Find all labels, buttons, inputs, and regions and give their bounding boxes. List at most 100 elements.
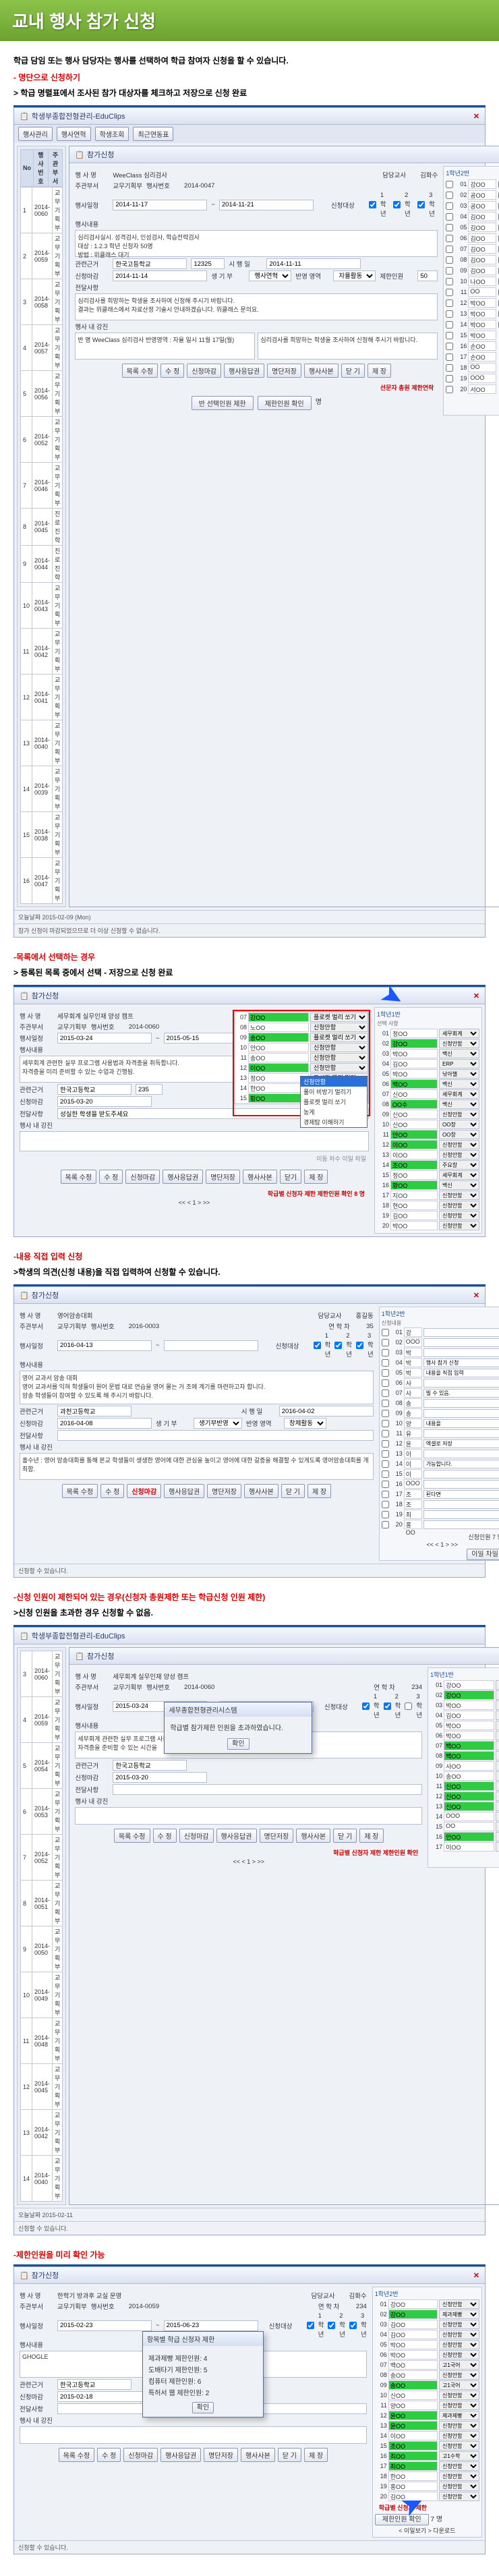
period-b[interactable] [164, 1340, 258, 1351]
student-status[interactable]: 세무회계 [496, 1741, 499, 1750]
top-tab-2[interactable]: 행사연혁 [57, 127, 91, 141]
aux-btn[interactable]: 이일 차일 [467, 1549, 499, 1560]
student-check[interactable] [446, 278, 453, 285]
table-cell[interactable]: 14 [21, 2156, 32, 2202]
table-cell[interactable]: 교무기획부 [53, 188, 63, 233]
table-cell[interactable]: 2014-0052 [32, 1835, 53, 1881]
table-cell[interactable]: 10 [21, 583, 32, 629]
student-status[interactable]: 백신 [439, 1180, 479, 1190]
table-cell[interactable]: 3 [21, 1651, 32, 1697]
student-text-input[interactable] [423, 1419, 499, 1428]
opt[interactable]: 플로켓 멀리 쏘기 [301, 1097, 367, 1107]
student-status[interactable]: 백신 [439, 1049, 479, 1058]
student-check[interactable] [446, 235, 453, 242]
table-cell[interactable]: 2014-0056 [32, 371, 53, 417]
table-cell[interactable]: 교무기획부 [53, 1926, 63, 1972]
student-status[interactable]: 신청안함 [496, 1761, 499, 1771]
top-tab-4[interactable]: 최근연동표 [133, 127, 173, 141]
table-cell[interactable]: 2014-0041 [32, 675, 53, 720]
chk-y3[interactable] [349, 2322, 357, 2329]
table-cell[interactable]: 5 [21, 371, 32, 417]
student-check[interactable] [382, 1339, 389, 1346]
chk-y1[interactable] [369, 201, 376, 208]
sel-option[interactable]: 신청안함 [310, 1023, 368, 1032]
action-button[interactable]: 행사사본 [244, 1484, 278, 1498]
table-cell[interactable]: 2014-0059 [32, 233, 53, 279]
due-input[interactable] [57, 1418, 152, 1429]
table-cell[interactable]: 2014-0042 [32, 629, 53, 675]
dialog-ok-button[interactable]: 확인 [192, 2402, 214, 2413]
action-button[interactable]: 명단저장 [207, 1484, 241, 1498]
student-status[interactable]: 신청안함 [439, 2431, 479, 2440]
table-cell[interactable]: 12 [21, 2064, 32, 2110]
dropdown-list[interactable]: 신청안함 풀이 비방기 멀리기 플로켓 멀리 쏘기 농게 경제탐 이해하기 [300, 1076, 368, 1128]
student-status[interactable]: 고1수학 [439, 2451, 479, 2461]
student-check[interactable] [446, 192, 453, 199]
table-cell[interactable]: 11 [21, 2018, 32, 2064]
action-button[interactable]: 닫 기 [278, 2448, 301, 2462]
action-button[interactable]: 명단저장 [206, 1170, 240, 1184]
chk-y3[interactable] [417, 201, 425, 208]
close-icon[interactable]: ✕ [473, 992, 479, 1000]
action-button[interactable]: 제 장 [359, 1829, 383, 1843]
chk-y1[interactable] [362, 1702, 370, 1710]
action-button[interactable]: 행사사본 [243, 1170, 277, 1184]
table-cell[interactable]: 6 [21, 417, 32, 463]
student-check[interactable] [382, 1470, 389, 1478]
student-check[interactable] [446, 181, 453, 188]
student-status[interactable]: 신청안함 [439, 2461, 479, 2471]
org-input[interactable] [57, 1406, 131, 1416]
top-tab-3[interactable]: 학생조회 [95, 127, 129, 141]
student-status[interactable]: 주요창 [439, 1160, 479, 1170]
sel-option[interactable]: 신청안함 [310, 1063, 368, 1072]
table-cell[interactable]: 교무기획부 [53, 675, 63, 720]
student-check[interactable] [382, 1430, 389, 1437]
action-button[interactable]: 수 정 [153, 1829, 177, 1843]
student-check[interactable] [382, 1511, 389, 1518]
student-status[interactable]: 신청안함 [439, 2401, 479, 2410]
action-button[interactable]: 행사응답권 [164, 1484, 204, 1498]
student-check[interactable] [382, 1501, 389, 1508]
pager[interactable]: < 이일보기 > 다운로드 [375, 2526, 479, 2535]
student-check[interactable] [446, 299, 453, 307]
action-button[interactable]: 행사응답권 [163, 1170, 203, 1184]
student-check[interactable] [382, 1450, 389, 1458]
action-button[interactable]: 명단저장 [260, 1829, 294, 1843]
student-status[interactable]: 백신 [439, 1079, 479, 1089]
table-cell[interactable]: 2014-0052 [32, 417, 53, 463]
table-cell[interactable]: 2014-0058 [32, 279, 53, 325]
table-cell[interactable]: 13 [21, 720, 32, 766]
student-status[interactable]: 신청안함 [496, 1832, 499, 1841]
student-status[interactable]: 신청안함 [439, 1201, 479, 1210]
table-cell[interactable]: 2014-0060 [32, 188, 53, 233]
student-text-input[interactable] [423, 1490, 499, 1499]
org-input[interactable] [57, 1084, 131, 1095]
opt[interactable]: 풀이 비방기 멀리기 [301, 1087, 367, 1097]
table-cell[interactable]: 7 [21, 1835, 32, 1881]
student-status[interactable]: 신청안함 [439, 1191, 479, 1200]
student-text-input[interactable] [423, 1439, 499, 1448]
table-cell[interactable]: 2014-0050 [32, 1926, 53, 1972]
student-status[interactable]: 낚아챌 [439, 1069, 479, 1079]
student-status[interactable]: 신청안함 [496, 1731, 499, 1740]
student-status[interactable]: 세무회계 [439, 1089, 479, 1099]
action-button[interactable]: 수 정 [160, 364, 184, 378]
table-cell[interactable]: 10 [21, 1972, 32, 2018]
student-status[interactable]: 신청안함 [439, 2492, 479, 2501]
table-cell[interactable]: 2014-0047 [32, 858, 53, 904]
student-status[interactable]: 고1국어 [439, 2360, 479, 2370]
action-button[interactable]: 목록 수정 [61, 1170, 97, 1184]
chk-y2[interactable] [384, 1702, 391, 1710]
student-status[interactable]: 신청안함 [439, 1150, 479, 1160]
table-cell[interactable]: 교무기획부 [53, 2156, 63, 2202]
org-input[interactable] [57, 2379, 131, 2390]
sel-option[interactable]: 플로켓 멀리 쏘기 [310, 1033, 368, 1042]
student-check[interactable] [446, 353, 453, 361]
student-check[interactable] [382, 1440, 389, 1448]
msg-input[interactable] [57, 1430, 374, 1441]
student-status[interactable]: 신청안함 [439, 1211, 479, 1220]
table-cell[interactable]: 교무기획부 [53, 2110, 63, 2156]
action-button[interactable]: 제 장 [304, 2448, 328, 2462]
orgno-input[interactable] [136, 1084, 163, 1095]
table-cell[interactable]: 11 [21, 629, 32, 675]
